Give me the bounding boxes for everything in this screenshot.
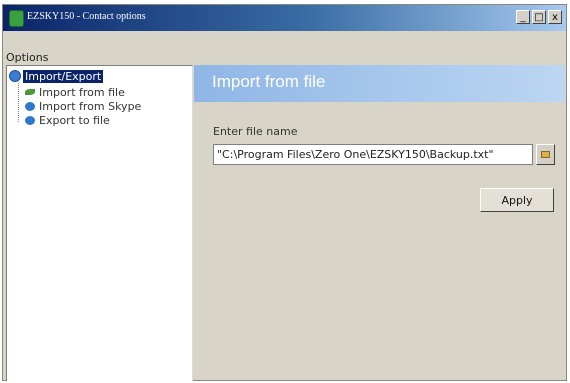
- folder-icon: [541, 151, 550, 158]
- page-title: Import from file: [212, 72, 326, 91]
- tree-item-label: Import/Export: [23, 69, 104, 83]
- leaf-icon: [25, 89, 35, 95]
- options-tree[interactable]: Import/Export Import from file Import fr…: [6, 65, 193, 381]
- window-controls: _ □ x: [516, 10, 562, 26]
- close-button[interactable]: x: [548, 10, 562, 24]
- tree-item-label: Export to file: [39, 113, 110, 127]
- disk-icon: [25, 101, 35, 111]
- window-title: EZSKY150 - Contact options: [27, 11, 146, 22]
- disk-icon: [25, 115, 35, 125]
- minimize-button[interactable]: _: [516, 10, 530, 24]
- maximize-button[interactable]: □: [532, 10, 546, 24]
- tree-item-label: Import from file: [39, 85, 125, 99]
- tree-item-export-to-file[interactable]: Export to file: [25, 113, 110, 127]
- file-name-label: Enter file name: [213, 125, 298, 138]
- tree-item-import-from-file[interactable]: Import from file: [25, 85, 125, 99]
- tree-item-label: Import from Skype: [39, 99, 142, 113]
- options-label: Options: [6, 51, 49, 64]
- title-bar[interactable]: EZSKY150 - Contact options _ □ x: [3, 5, 566, 31]
- app-icon: [9, 10, 24, 27]
- tree-item-import-from-skype[interactable]: Import from Skype: [25, 99, 141, 113]
- tree-item-import-export[interactable]: Import/Export: [9, 69, 104, 83]
- apply-button[interactable]: Apply: [480, 188, 554, 212]
- file-name-input[interactable]: [213, 144, 533, 165]
- browse-button[interactable]: [536, 144, 555, 165]
- content-header: Import from file: [194, 65, 565, 102]
- globe-icon: [9, 70, 21, 82]
